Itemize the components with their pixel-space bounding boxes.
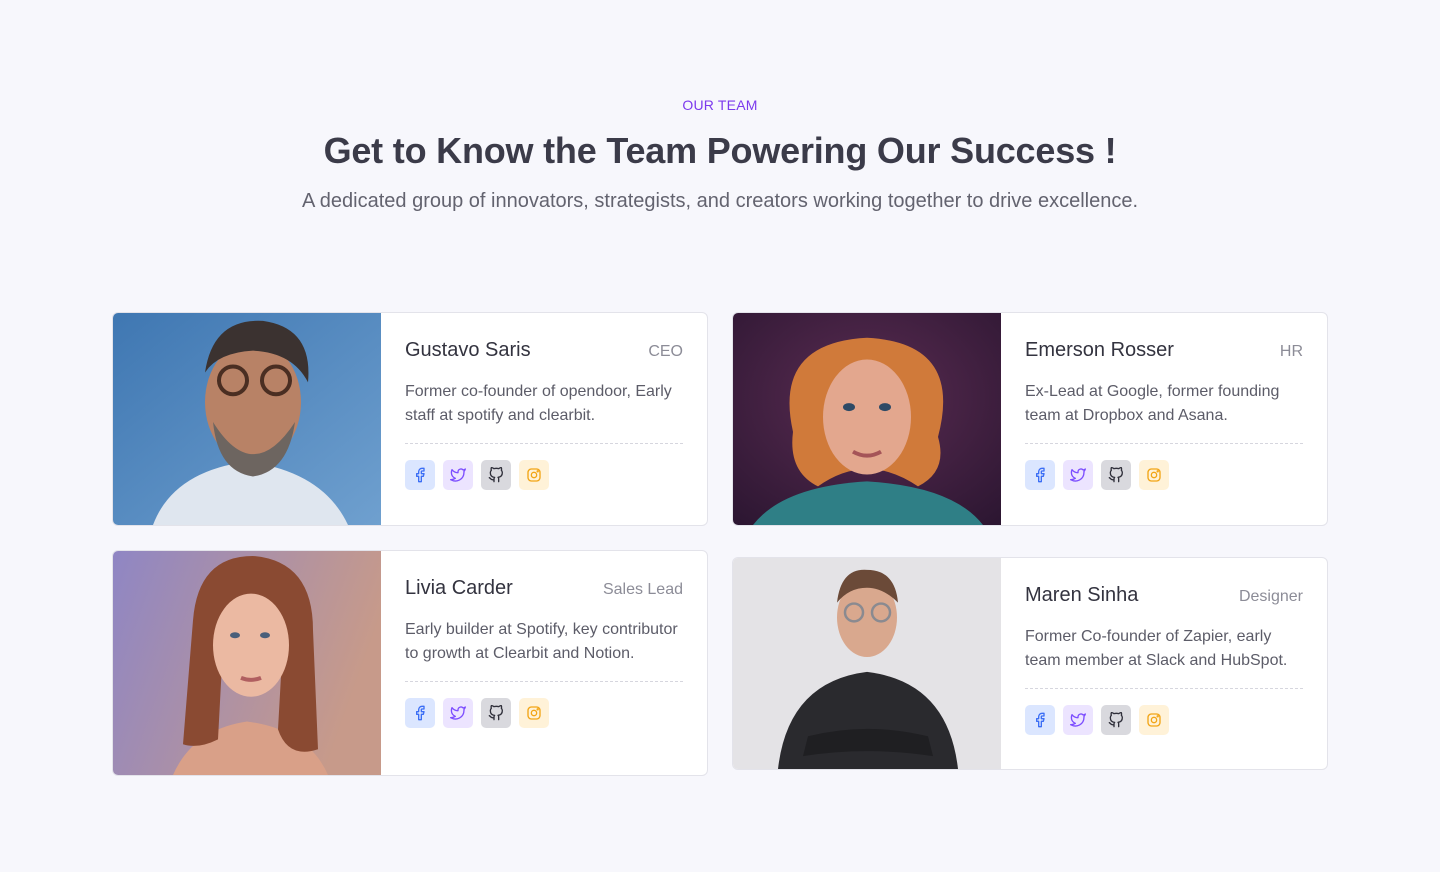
section-title: Get to Know the Team Powering Our Succes… <box>323 130 1117 171</box>
member-role: HR <box>1279 343 1303 360</box>
member-photo <box>113 551 381 775</box>
team-card-gustavo-saris: Gustavo Saris CEO Former co-founder of o… <box>112 312 708 526</box>
member-bio: Former Co-founder of Zapier, early team … <box>1025 628 1288 669</box>
instagram-link[interactable] <box>519 698 549 728</box>
member-name: Maren Sinha <box>1025 584 1139 606</box>
social-links <box>405 460 683 490</box>
github-icon <box>1108 712 1123 728</box>
section-eyebrow: OUR TEAM <box>682 97 758 113</box>
member-name: Emerson Rosser <box>1025 339 1174 361</box>
facebook-link[interactable] <box>1025 460 1055 490</box>
divider <box>1025 688 1303 689</box>
facebook-icon <box>1036 467 1045 483</box>
divider <box>405 681 683 682</box>
facebook-icon <box>416 705 425 721</box>
member-bio: Former co-founder of opendoor, Early sta… <box>405 383 672 424</box>
divider <box>405 443 683 444</box>
team-section: OUR TEAM Get to Know the Team Powering O… <box>0 0 1440 872</box>
instagram-link[interactable] <box>519 460 549 490</box>
twitter-icon <box>450 706 466 720</box>
member-photo <box>113 313 381 525</box>
twitter-link[interactable] <box>443 460 473 490</box>
instagram-icon <box>1147 468 1161 482</box>
facebook-icon <box>1036 712 1045 728</box>
team-card-livia-carder: Livia Carder Sales Lead Early builder at… <box>112 550 708 776</box>
github-link[interactable] <box>1101 705 1131 735</box>
member-role: Sales Lead <box>602 581 683 598</box>
instagram-link[interactable] <box>1139 705 1169 735</box>
instagram-link[interactable] <box>1139 460 1169 490</box>
facebook-link[interactable] <box>405 698 435 728</box>
instagram-icon <box>527 706 541 720</box>
github-link[interactable] <box>481 460 511 490</box>
social-links <box>1025 705 1303 735</box>
facebook-link[interactable] <box>1025 705 1055 735</box>
twitter-link[interactable] <box>1063 460 1093 490</box>
member-name: Livia Carder <box>405 577 513 599</box>
github-icon <box>488 467 503 483</box>
twitter-icon <box>1070 713 1086 727</box>
member-name: Gustavo Saris <box>405 339 531 361</box>
twitter-icon <box>450 468 466 482</box>
member-photo <box>733 558 1001 769</box>
twitter-link[interactable] <box>443 698 473 728</box>
team-card-emerson-rosser: Emerson Rosser HR Ex-Lead at Google, for… <box>732 312 1328 526</box>
facebook-icon <box>416 467 425 483</box>
instagram-icon <box>1147 713 1161 727</box>
member-photo <box>733 313 1001 525</box>
member-role: CEO <box>648 343 683 360</box>
github-link[interactable] <box>481 698 511 728</box>
section-subtitle: A dedicated group of innovators, strateg… <box>301 190 1139 212</box>
divider <box>1025 443 1303 444</box>
member-role: Designer <box>1238 588 1303 605</box>
github-link[interactable] <box>1101 460 1131 490</box>
social-links <box>1025 460 1303 490</box>
twitter-link[interactable] <box>1063 705 1093 735</box>
twitter-icon <box>1070 468 1086 482</box>
github-icon <box>1108 467 1123 483</box>
social-links <box>405 698 683 728</box>
team-card-maren-sinha: Maren Sinha Designer Former Co-founder o… <box>732 557 1328 770</box>
facebook-link[interactable] <box>405 460 435 490</box>
instagram-icon <box>527 468 541 482</box>
member-bio: Early builder at Spotify, key contributo… <box>405 621 678 662</box>
member-bio: Ex-Lead at Google, former founding team … <box>1025 383 1280 424</box>
github-icon <box>488 705 503 721</box>
